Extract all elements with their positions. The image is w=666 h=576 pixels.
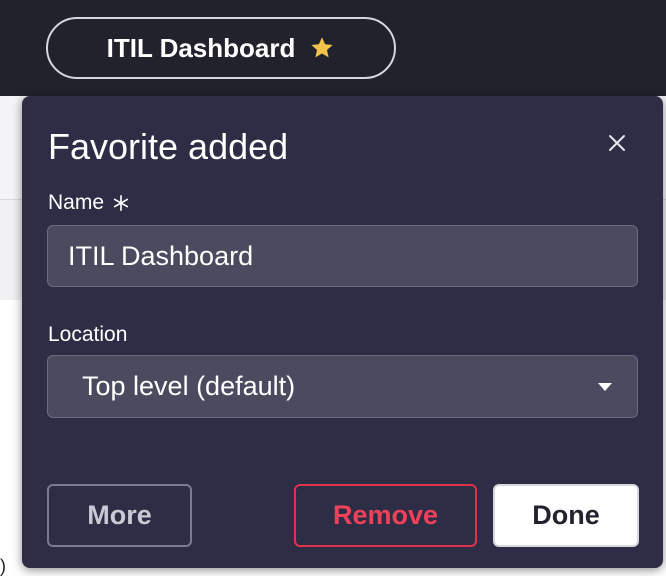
screen: ) ITIL Dashboard Favorite added Name Loc… <box>0 0 666 576</box>
remove-button[interactable]: Remove <box>294 484 477 547</box>
location-select[interactable]: Top level (default) <box>47 355 638 418</box>
name-label: Name <box>48 191 130 215</box>
popover-arrow <box>353 180 381 194</box>
name-label-text: Name <box>48 191 105 214</box>
more-button[interactable]: More <box>47 484 192 547</box>
favorite-pill-button[interactable]: ITIL Dashboard <box>46 17 396 79</box>
location-label-text: Location <box>48 323 128 346</box>
done-button[interactable]: Done <box>493 484 639 547</box>
close-icon <box>609 135 625 151</box>
top-nav-bar: ITIL Dashboard <box>0 0 666 96</box>
pill-label: ITIL Dashboard <box>106 32 296 63</box>
page-stray-text: ) <box>0 556 6 576</box>
name-input[interactable] <box>47 225 638 287</box>
star-icon <box>311 37 334 58</box>
asterisk-icon <box>113 194 129 212</box>
favorite-popover: Favorite added Name Location Top level (… <box>22 96 663 568</box>
close-button[interactable] <box>602 128 632 158</box>
popover-title: Favorite added <box>48 126 289 167</box>
caret-down-icon <box>598 382 612 391</box>
location-select-value: Top level (default) <box>82 371 296 401</box>
location-label: Location <box>48 323 127 347</box>
